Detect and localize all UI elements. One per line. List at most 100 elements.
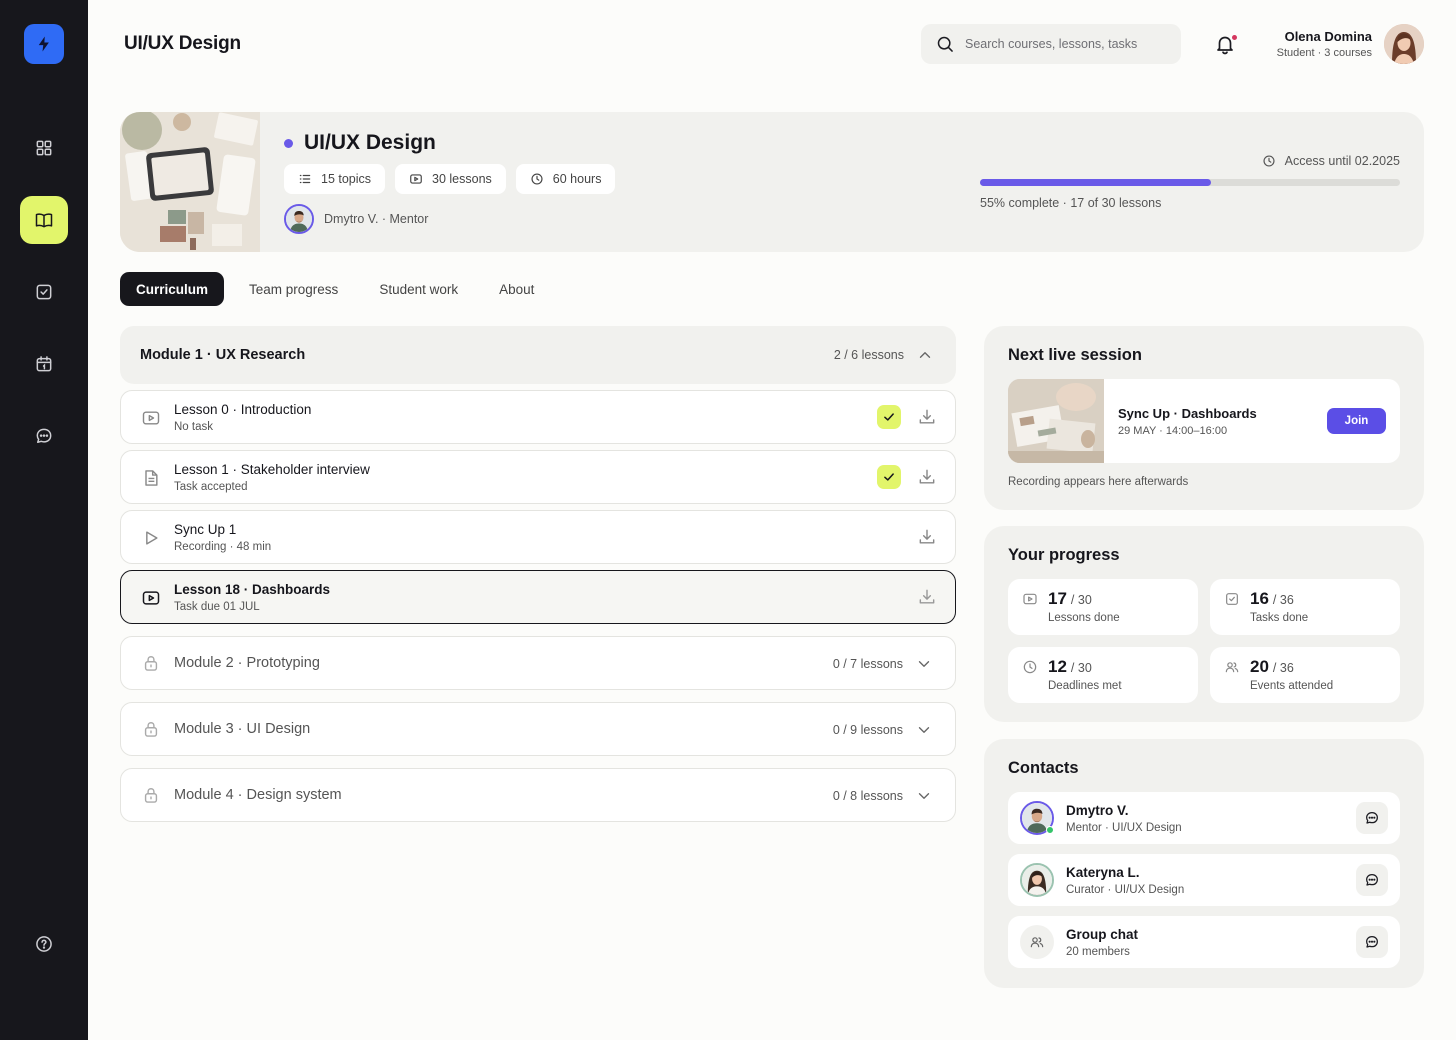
- course-header-card: UI/UX Design 15 topics 30 lessons 60 hou…: [120, 112, 1424, 252]
- chevron-up-icon[interactable]: [916, 346, 934, 364]
- document-icon: [145, 470, 158, 486]
- lock-icon: [144, 656, 158, 671]
- session-card[interactable]: Sync Up · Dashboards 29 MAY · 14:00–16:0…: [1008, 379, 1400, 463]
- people-icon: [1225, 662, 1239, 673]
- contact-item[interactable]: Kateryna L. Curator · UI/UX Design: [1008, 854, 1400, 906]
- tab-team-progress[interactable]: Team progress: [233, 272, 354, 306]
- contact-name: Kateryna L.: [1066, 865, 1140, 880]
- session-thumbnail: [1008, 379, 1104, 463]
- download-icon[interactable]: [917, 527, 937, 547]
- module-lesson-count: 2 / 6 lessons: [833, 348, 904, 362]
- download-icon[interactable]: [917, 467, 937, 487]
- next-session-panel: Next live session Sync Up · Dashboards 2…: [984, 326, 1424, 510]
- lesson-title: Lesson 0 · Introduction: [174, 402, 312, 417]
- session-title: Sync Up · Dashboards: [1118, 406, 1257, 421]
- stat-value: 17/ 30: [1048, 589, 1092, 608]
- mentor-label: Dmytro V. · Mentor: [324, 212, 429, 226]
- user-avatar[interactable]: [1384, 24, 1424, 64]
- access-until: Access until 02.2025: [1262, 154, 1400, 168]
- stat-deadlines-met: 12/ 30 Deadlines met: [1008, 647, 1198, 703]
- clock-icon: [531, 173, 543, 185]
- module-4-header[interactable]: Module 4 · Design system 0 / 8 lessons: [120, 768, 956, 822]
- module-1-header[interactable]: Module 1 · UX Research 2 / 6 lessons: [120, 326, 956, 384]
- stat-total: / 30: [1070, 661, 1092, 675]
- contact-item[interactable]: Dmytro V. Mentor · UI/UX Design: [1008, 792, 1400, 844]
- module-lesson-count: 0 / 9 lessons: [832, 723, 903, 737]
- course-progress-fill: [980, 179, 1211, 186]
- chat-icon: [36, 428, 52, 443]
- lesson-subtitle: Recording · 48 min: [174, 541, 272, 553]
- search-icon: [937, 36, 953, 52]
- sidebar-item-tasks[interactable]: [20, 268, 68, 316]
- module-title: Module 4 · Design system: [174, 787, 342, 803]
- tasks-check-icon: [36, 284, 52, 300]
- module-2-header[interactable]: Module 2 · Prototyping 0 / 7 lessons: [120, 636, 956, 690]
- lesson-done-badge: [877, 405, 901, 429]
- join-session-button[interactable]: Join: [1327, 408, 1386, 434]
- chip-lessons-label: 30 lessons: [432, 172, 492, 186]
- mentor-avatar: [284, 204, 314, 234]
- tab-student-work[interactable]: Student work: [363, 272, 474, 306]
- lesson-subtitle: Task due 01 JUL: [174, 601, 260, 613]
- people-icon: [1030, 937, 1044, 948]
- course-progress-text: 55% complete · 17 of 30 lessons: [980, 196, 1162, 210]
- contact-role: Mentor · UI/UX Design: [1066, 822, 1182, 834]
- next-session-heading: Next live session: [1008, 346, 1142, 364]
- message-button[interactable]: [1356, 864, 1388, 896]
- module-3-header[interactable]: Module 3 · UI Design 0 / 9 lessons: [120, 702, 956, 756]
- contact-name: Dmytro V.: [1066, 803, 1129, 818]
- search-input[interactable]: [965, 37, 1165, 51]
- stat-value: 16/ 36: [1250, 589, 1294, 608]
- contact-item[interactable]: Group chat 20 members: [1008, 916, 1400, 968]
- stat-lessons-done: 17/ 30 Lessons done: [1008, 579, 1198, 635]
- download-icon[interactable]: [917, 587, 937, 607]
- sidebar: [0, 0, 88, 1040]
- sidebar-item-messages[interactable]: [20, 412, 68, 460]
- sidebar-item-help[interactable]: [20, 920, 68, 968]
- chevron-down-icon[interactable]: [915, 655, 933, 673]
- user-subtitle: Student · 3 courses: [1276, 47, 1372, 59]
- sidebar-item-calendar[interactable]: [20, 340, 68, 388]
- search-bar[interactable]: [921, 24, 1181, 64]
- stat-total: / 36: [1272, 661, 1294, 675]
- message-button[interactable]: [1356, 802, 1388, 834]
- stat-total: / 30: [1070, 593, 1092, 607]
- chevron-down-icon[interactable]: [915, 721, 933, 739]
- clock-icon: [1023, 660, 1037, 674]
- session-time: 29 MAY · 14:00–16:00: [1118, 425, 1228, 437]
- app-logo[interactable]: [24, 24, 64, 64]
- lesson-item[interactable]: Lesson 0 · Introduction No task: [120, 390, 956, 444]
- stat-label: Lessons done: [1048, 612, 1120, 624]
- user-name[interactable]: Olena Domina: [1285, 29, 1372, 44]
- video-icon: [142, 591, 160, 605]
- module-lesson-count: 0 / 8 lessons: [832, 789, 903, 803]
- tab-curriculum[interactable]: Curriculum: [120, 272, 225, 306]
- sidebar-item-courses[interactable]: [20, 196, 68, 244]
- stat-label: Deadlines met: [1048, 680, 1122, 692]
- lesson-title: Sync Up 1: [174, 522, 237, 537]
- download-icon[interactable]: [917, 407, 937, 427]
- message-button[interactable]: [1356, 926, 1388, 958]
- calendar-icon: [36, 356, 52, 372]
- course-cover-image: [120, 112, 260, 252]
- lesson-item-current[interactable]: Lesson 18 · Dashboards Task due 01 JUL: [120, 570, 956, 624]
- help-icon: [36, 936, 52, 952]
- access-label: Access until 02.2025: [1284, 154, 1400, 168]
- lock-icon: [144, 788, 158, 803]
- course-progress-bar: [980, 179, 1400, 186]
- course-title: UI/UX Design: [304, 131, 436, 154]
- module-lesson-count: 0 / 7 lessons: [832, 657, 903, 671]
- lesson-item[interactable]: Lesson 1 · Stakeholder interview Task ac…: [120, 450, 956, 504]
- course-tabs: Curriculum Team progress Student work Ab…: [120, 272, 559, 306]
- chevron-down-icon[interactable]: [915, 787, 933, 805]
- tab-about[interactable]: About: [483, 272, 550, 306]
- contact-name: Group chat: [1066, 927, 1139, 942]
- sidebar-item-dashboard[interactable]: [20, 124, 68, 172]
- lesson-item[interactable]: Sync Up 1 Recording · 48 min: [120, 510, 956, 564]
- progress-heading: Your progress: [1008, 546, 1120, 564]
- contacts-panel: Contacts Dmytro V. Mentor · UI/UX Design…: [984, 739, 1424, 988]
- notification-dot: [1232, 35, 1237, 40]
- mentor-row[interactable]: Dmytro V. · Mentor: [284, 204, 428, 234]
- course-title-row: UI/UX Design: [284, 131, 436, 155]
- chip-hours-label: 60 hours: [552, 172, 602, 186]
